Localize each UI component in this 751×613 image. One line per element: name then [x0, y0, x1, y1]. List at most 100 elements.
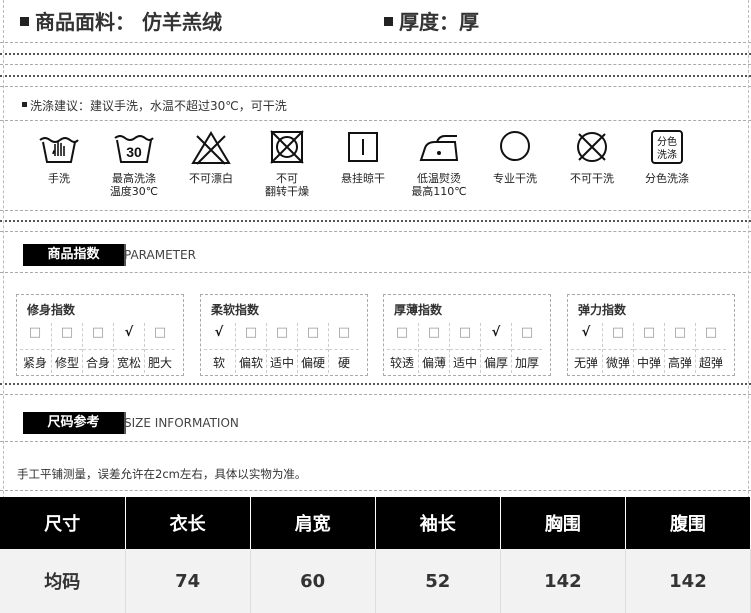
parameter-option: □ 肥大: [144, 323, 175, 373]
wash-item: 低温熨烫 最高110℃: [401, 130, 477, 198]
parameter-option-label: 适中: [267, 349, 297, 371]
divider: [0, 394, 751, 395]
parameter-option-label: 中弹: [634, 349, 664, 371]
wash-30-icon: 30: [114, 135, 154, 163]
fabric-value: 仿羊羔绒: [141, 10, 222, 34]
parameter-option: □ 加厚: [511, 323, 542, 373]
parameter-group-title: 弹力指数: [578, 303, 627, 317]
parameter-option-label: 加厚: [512, 349, 542, 371]
wash-item: 悬挂晾干: [325, 130, 401, 185]
empty-box-icon: □: [520, 325, 534, 340]
wash-item: 不可漂白: [173, 130, 249, 185]
size-note: 手工平铺测量，误差允许在2cm左右，具体以实物为准。: [17, 467, 307, 481]
empty-box-icon: □: [673, 325, 687, 340]
bullet-icon: [384, 17, 393, 26]
parameter-option: □ 偏软: [235, 323, 266, 373]
parameter-option: □ 高弹: [664, 323, 695, 373]
empty-box-icon: □: [458, 325, 472, 340]
hand-wash-icon: [39, 137, 79, 163]
size-cell: 均码: [0, 549, 126, 613]
wash-item: 手洗: [21, 130, 97, 185]
parameter-option: √ 宽松: [113, 323, 144, 373]
parameter-option: √ 软: [204, 323, 234, 373]
size-table: 尺寸 衣长 肩宽 袖长 胸围 腹围 均码 74 60 52 142 142: [0, 497, 751, 613]
table-row: 均码 74 60 52 142 142: [0, 549, 751, 613]
wash-label: 最高洗涤 温度30℃: [109, 172, 159, 198]
empty-box-icon: □: [704, 325, 718, 340]
parameter-option: □ 偏薄: [418, 323, 449, 373]
wash-temp-text: 30: [126, 144, 142, 160]
parameter-option-label: 无弹: [571, 349, 601, 371]
divider: [0, 383, 751, 385]
parameter-option-label: 合身: [83, 349, 113, 371]
parameter-option: □ 较透: [387, 323, 417, 373]
size-cell: 52: [375, 549, 501, 613]
wash-label: 分色洗涤: [645, 172, 689, 185]
parameter-option-label: 偏厚: [481, 349, 511, 371]
checkmark-icon: √: [491, 325, 501, 340]
parameter-option-label: 硬: [329, 349, 359, 371]
parameter-option: □ 微弹: [602, 323, 633, 373]
wash-title-text: 洗涤建议：建议手洗，水温不超过30℃，可干洗: [30, 99, 287, 113]
thickness-row: 厚度：厚: [384, 6, 479, 38]
wash-title: 洗涤建议：建议手洗，水温不超过30℃，可干洗: [22, 97, 287, 114]
parameter-option: □ 修型: [51, 323, 82, 373]
wash-separately-icon: 分色 洗涤: [651, 130, 683, 164]
wash-label: 专业干洗: [493, 172, 537, 185]
wash-label: 悬挂晾干: [341, 172, 385, 185]
wash-item: 专业干洗: [477, 130, 553, 185]
parameter-group-title: 柔软指数: [211, 303, 260, 317]
parameter-option: □ 中弹: [633, 323, 664, 373]
parameter-option-label: 肥大: [145, 349, 175, 371]
size-en: SIZE INFORMATION: [124, 416, 239, 430]
parameter-en: PARAMETER: [124, 248, 196, 262]
divider: [0, 272, 751, 273]
parameter-options: √ 无弹 □ 微弹 □ 中弹 □ 高弹 □ 超弹: [568, 323, 734, 375]
divider: [0, 64, 751, 65]
parameter-option-label: 偏硬: [298, 349, 328, 371]
parameter-option-label: 偏软: [236, 349, 266, 371]
wash-label: 不可 翻转干燥: [265, 172, 309, 198]
parameter-option: □ 合身: [82, 323, 113, 373]
divider: [0, 210, 751, 211]
wash-item: 分色 洗涤 分色洗涤: [629, 130, 705, 185]
parameter-option-label: 宽松: [114, 349, 144, 371]
no-dry-clean-icon: [577, 132, 607, 162]
empty-box-icon: □: [153, 325, 167, 340]
parameter-option: □ 超弹: [695, 323, 726, 373]
wash-item: 不可 翻转干燥: [249, 130, 325, 198]
parameter-option-label: 修型: [52, 349, 82, 371]
parameter-option-label: 超弹: [696, 349, 726, 371]
parameter-options: □ 较透 □ 偏薄 □ 适中 √ 偏厚 □ 加厚: [384, 323, 550, 375]
empty-box-icon: □: [427, 325, 441, 340]
empty-box-icon: □: [244, 325, 258, 340]
fabric-row: 商品面料： 仿羊羔绒: [20, 6, 222, 38]
no-bleach-icon: [191, 131, 231, 165]
wash-separately-text-1: 分色: [657, 135, 677, 148]
parameter-group: 柔软指数 √ 软 □ 偏软 □ 适中 □ 偏硬 □ 硬: [200, 294, 368, 376]
thickness-label: 厚度：: [399, 10, 459, 34]
wash-label: 手洗: [48, 172, 70, 185]
parameter-option: □ 硬: [328, 323, 359, 373]
parameter-group: 厚薄指数 □ 较透 □ 偏薄 □ 适中 √ 偏厚 □ 加厚: [383, 294, 551, 376]
divider: [0, 220, 751, 222]
thickness-value: 厚: [459, 10, 479, 34]
parameter-options: □ 紧身 □ 修型 □ 合身 √ 宽松 □ 肥大: [17, 323, 183, 375]
size-tag: 尺码参考: [23, 412, 126, 434]
divider: [0, 441, 751, 442]
size-header-cell: 袖长: [375, 497, 501, 549]
parameter-group: 修身指数 □ 紧身 □ 修型 □ 合身 √ 宽松 □ 肥大: [16, 294, 184, 376]
size-header-cell: 尺寸: [0, 497, 126, 549]
parameter-option: √ 偏厚: [480, 323, 511, 373]
hang-dry-icon: [348, 132, 378, 162]
parameter-option: √ 无弹: [571, 323, 601, 373]
parameter-option: □ 偏硬: [297, 323, 328, 373]
empty-box-icon: □: [275, 325, 289, 340]
bullet-icon: [20, 17, 29, 26]
wash-icons-row: 手洗 30 最高洗涤 温度30℃ 不可漂白 不可 翻转干燥 悬挂晾干 低温熨烫 …: [20, 130, 735, 200]
parameter-option: □ 适中: [449, 323, 480, 373]
divider: [0, 86, 751, 87]
dry-clean-icon: [500, 131, 530, 161]
size-cell: 142: [625, 549, 751, 613]
empty-box-icon: □: [611, 325, 625, 340]
